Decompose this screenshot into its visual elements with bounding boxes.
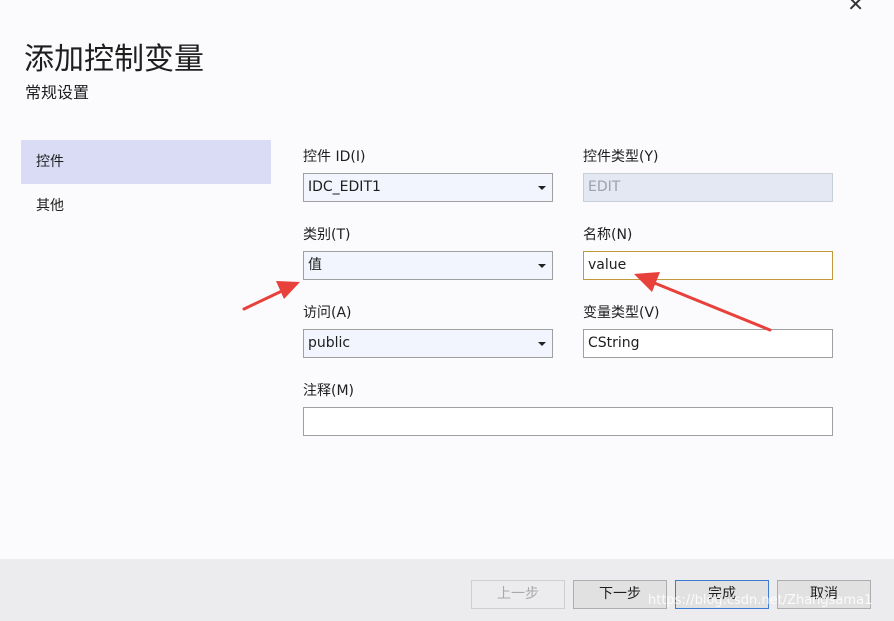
comment-input[interactable] (303, 407, 833, 436)
variable-type-input[interactable]: CString (583, 329, 833, 358)
control-type-field: EDIT (583, 173, 833, 202)
sidebar-nav: 控件 其他 (21, 140, 271, 228)
nav-item-controls[interactable]: 控件 (21, 140, 271, 184)
control-type-label: 控件类型(Y) (583, 149, 659, 165)
access-combobox[interactable]: public (303, 329, 553, 358)
variable-type-label: 变量类型(V) (583, 305, 660, 321)
access-value: public (308, 335, 351, 351)
watermark: https://blog.csdn.net/Zhangsama1 (648, 593, 873, 608)
dialog-subtitle: 常规设置 (25, 83, 90, 102)
category-combobox[interactable]: 值 (303, 251, 553, 280)
comment-label: 注释(M) (303, 383, 355, 399)
prev-step-button: 上一步 (471, 580, 565, 609)
chevron-down-icon[interactable] (532, 330, 552, 357)
close-icon[interactable]: ✕ (847, 0, 864, 16)
annotation-arrow-left (242, 281, 300, 311)
access-label: 访问(A) (303, 305, 352, 321)
annotation-arrows (242, 272, 772, 332)
nav-item-other[interactable]: 其他 (21, 184, 271, 228)
chevron-down-icon[interactable] (532, 252, 552, 279)
control-id-combobox[interactable]: IDC_EDIT1 (303, 173, 553, 202)
category-label: 类别(T) (303, 227, 351, 243)
chevron-down-icon[interactable] (532, 174, 552, 201)
name-label: 名称(N) (583, 227, 633, 243)
category-value: 值 (308, 257, 322, 273)
control-id-value: IDC_EDIT1 (308, 179, 381, 195)
control-id-label: 控件 ID(I) (303, 149, 366, 165)
name-input[interactable]: value (583, 251, 833, 280)
dialog-title: 添加控制变量 (24, 42, 204, 77)
